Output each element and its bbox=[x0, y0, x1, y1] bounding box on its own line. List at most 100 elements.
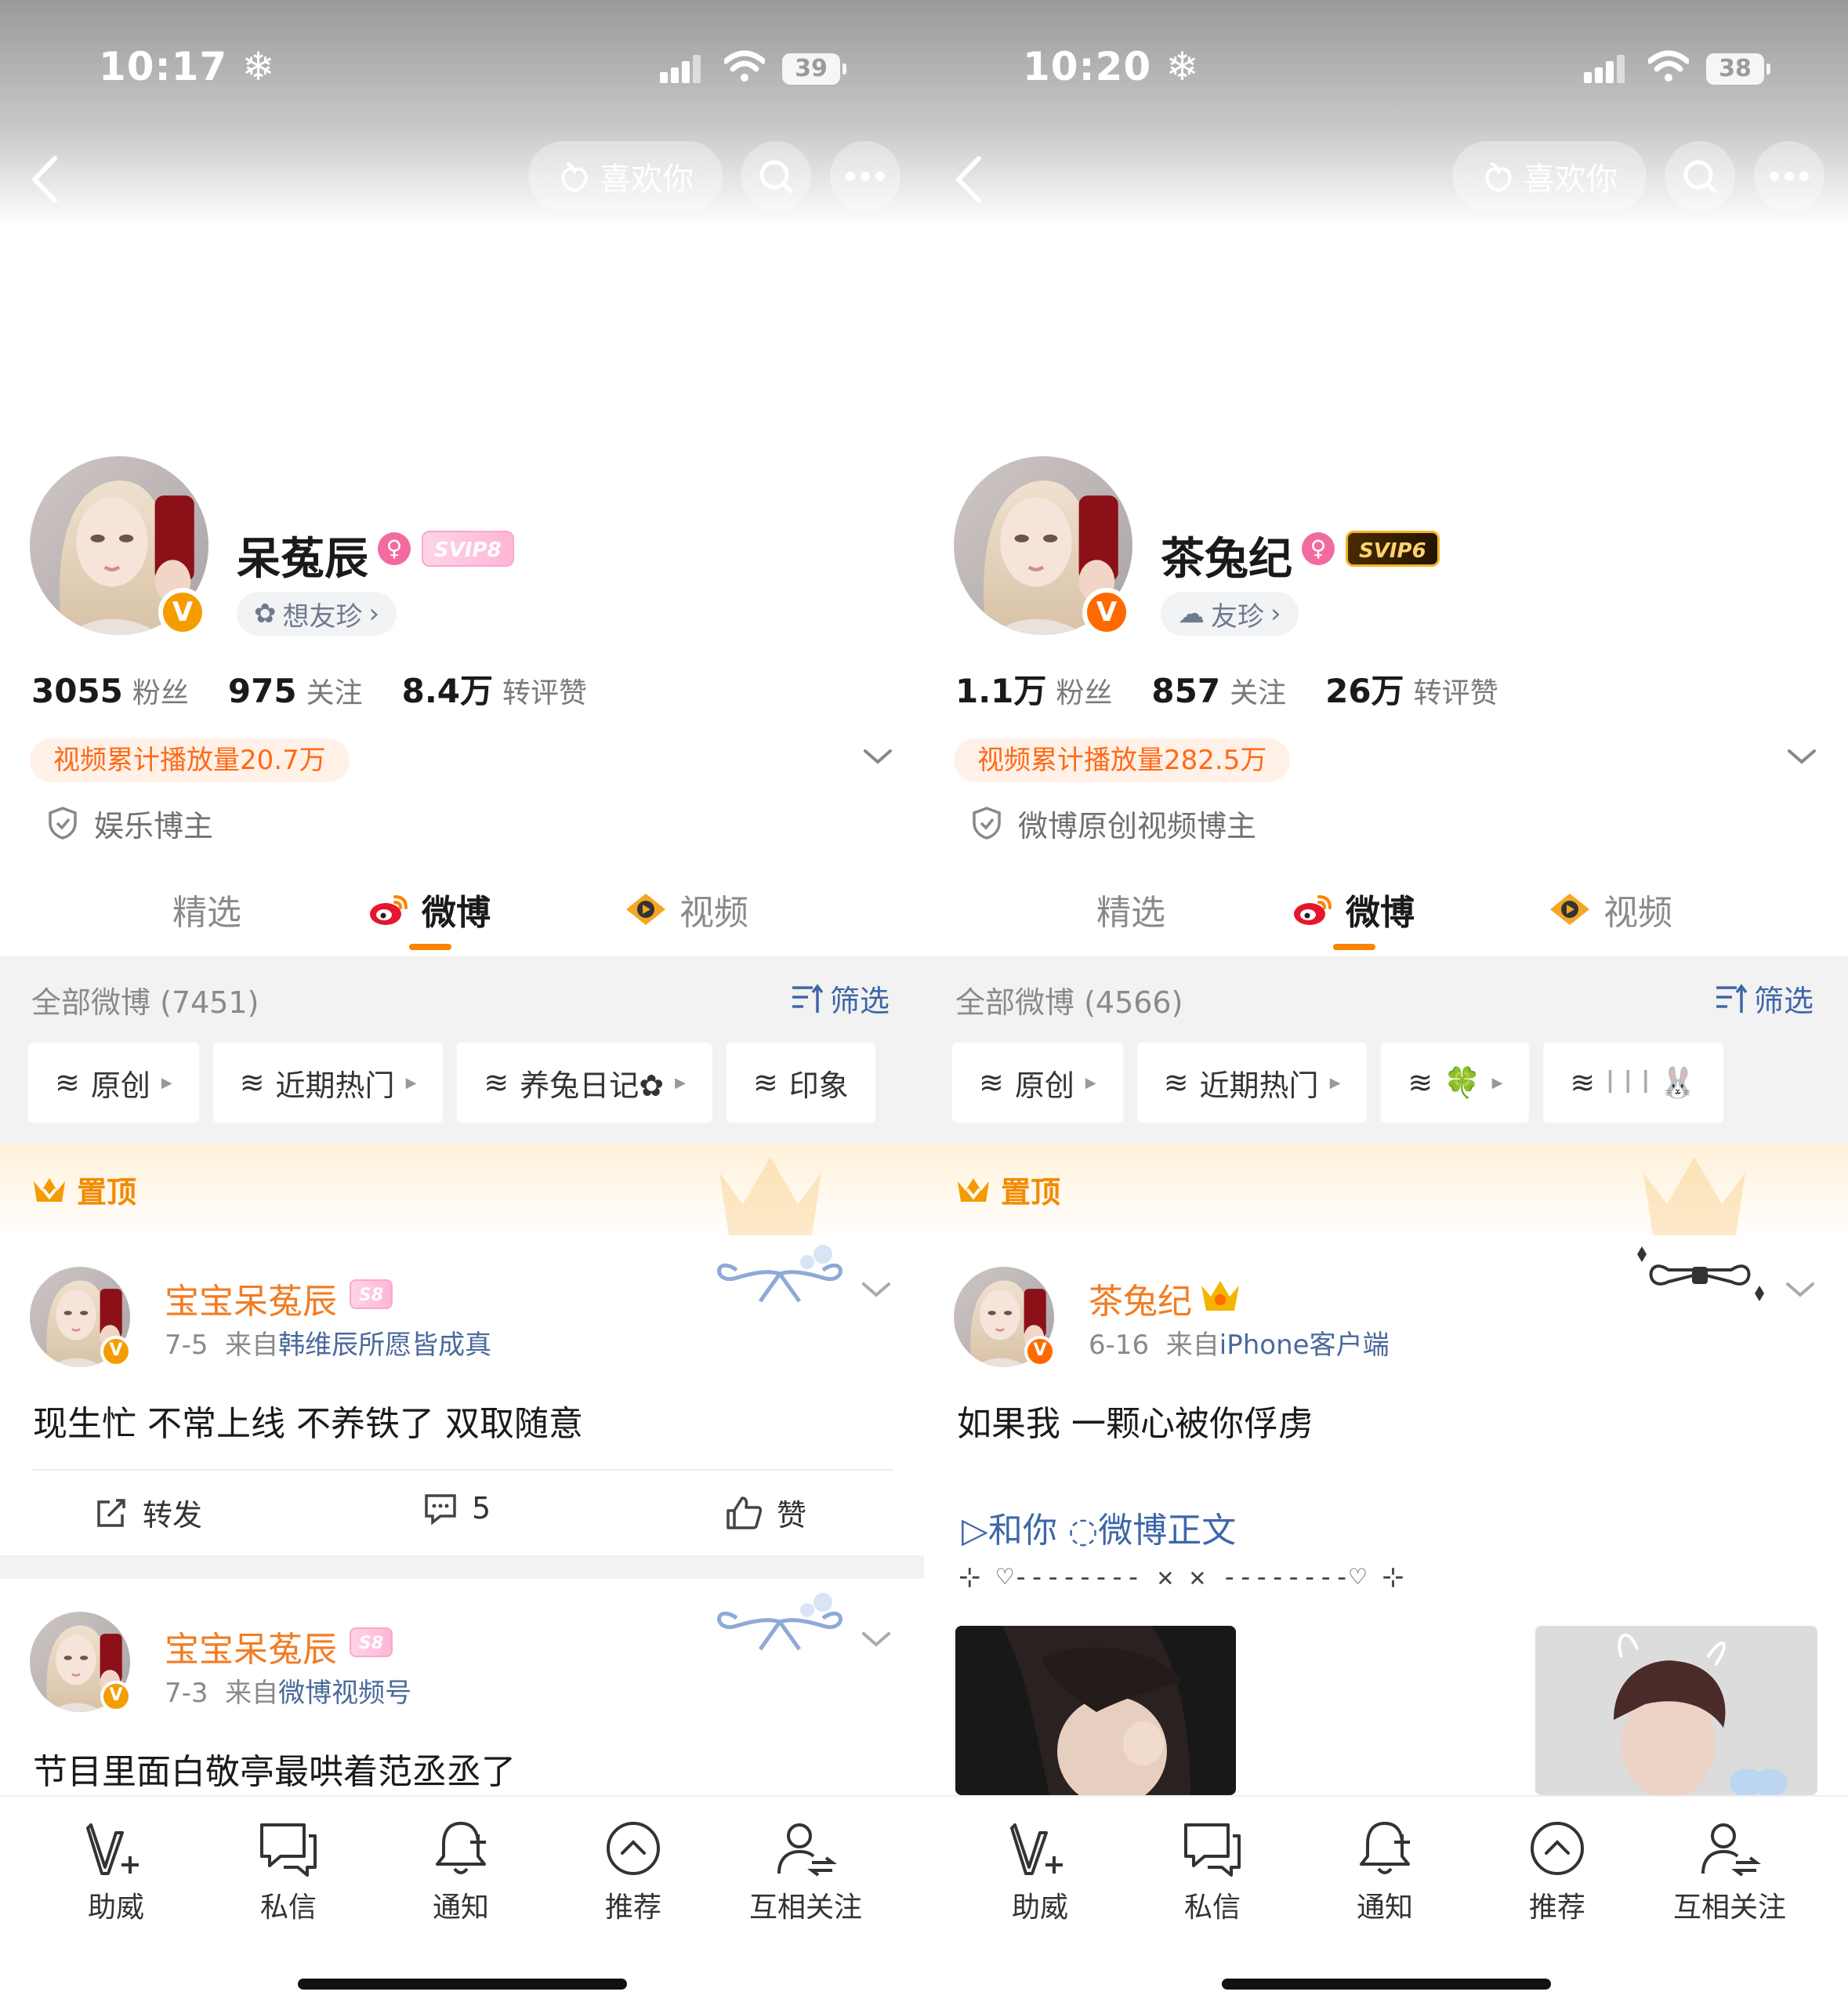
cellular-signal-icon bbox=[1584, 55, 1631, 83]
post-card[interactable]: V 茶兔纪 6-16 来自iPhone客户端 如果我 一颗心被你俘虏 ▷和你 ◌… bbox=[924, 1239, 1848, 1795]
more-button[interactable] bbox=[1754, 141, 1824, 212]
like-button[interactable]: 赞 bbox=[725, 1491, 806, 1534]
message-button[interactable]: 私信 bbox=[210, 1817, 367, 1925]
triangle-right-icon: ▶ bbox=[405, 1074, 417, 1091]
post-source[interactable]: iPhone客户端 bbox=[1219, 1329, 1390, 1361]
post-text: 节目里面白敬亭最哄着范丞丞了 bbox=[33, 1752, 516, 1792]
post-photo[interactable] bbox=[1535, 1626, 1817, 1795]
home-indicator[interactable] bbox=[1222, 1979, 1551, 1990]
comment-button[interactable]: 5 bbox=[423, 1491, 491, 1525]
message-button[interactable]: 私信 bbox=[1134, 1817, 1291, 1925]
chevron-down-icon[interactable] bbox=[862, 745, 893, 768]
like-you-button[interactable]: 喜欢你 bbox=[1452, 141, 1647, 212]
search-button[interactable] bbox=[741, 141, 811, 212]
tab-video-label: 视频 bbox=[679, 893, 748, 933]
search-button[interactable] bbox=[1665, 141, 1735, 212]
post-card[interactable]: V 宝宝呆菟辰 S8 7-5 来自韩维辰所愿皆成真 现生忙 不常上线 不养铁了 … bbox=[0, 1239, 924, 1552]
friend-tag[interactable]: ☁ 友珍 › bbox=[1161, 592, 1299, 636]
clover-icon: ✿ bbox=[254, 598, 277, 629]
home-indicator[interactable] bbox=[298, 1979, 627, 1990]
engagement-stat[interactable]: 26万 转评赞 bbox=[1325, 665, 1498, 713]
svip-badge[interactable]: SVIP8 bbox=[422, 531, 514, 567]
pinned-text: 置顶 bbox=[1001, 1175, 1061, 1210]
repost-button[interactable]: 转发 bbox=[94, 1491, 202, 1534]
following-label: 关注 bbox=[306, 677, 363, 709]
tab-weibo[interactable]: 微博 bbox=[1292, 884, 1415, 934]
post-card[interactable]: V 宝宝呆菟辰 S8 7-3 来自微博视频号 节目里面白敬亭最哄着范丞丞了 bbox=[0, 1579, 924, 1795]
chip-custom[interactable]: ≋ l l l 🐰 bbox=[1543, 1043, 1723, 1123]
cheer-button[interactable]: 助威 bbox=[38, 1817, 194, 1925]
filter-button[interactable]: 筛选 bbox=[791, 977, 890, 1020]
video-channel-icon bbox=[626, 894, 665, 925]
chip-trending[interactable]: ≋ 近期热门 ▶ bbox=[212, 1043, 444, 1123]
status-time: 10:20 ❄ bbox=[1023, 44, 1200, 89]
cheer-button[interactable]: 助威 bbox=[962, 1817, 1118, 1925]
all-posts-count: 全部微博 (4566) bbox=[955, 985, 1183, 1020]
notify-button[interactable]: 通知 bbox=[1306, 1817, 1463, 1925]
recommend-button[interactable]: 推荐 bbox=[555, 1817, 712, 1925]
mutual-follow-button[interactable]: 互相关注 bbox=[1651, 1817, 1808, 1925]
video-plays-pill[interactable]: 视频累计播放量282.5万 bbox=[954, 738, 1291, 782]
following-count: 857 bbox=[1151, 672, 1221, 710]
chip-original[interactable]: ≋ 原创 ▶ bbox=[952, 1043, 1123, 1123]
bell-plus-icon bbox=[1360, 1822, 1410, 1874]
post-author-name[interactable]: 宝宝呆菟辰 bbox=[165, 1621, 337, 1671]
back-icon[interactable] bbox=[24, 152, 71, 207]
verified-badge: V bbox=[1082, 588, 1131, 637]
back-icon[interactable] bbox=[948, 152, 995, 207]
post-source[interactable]: 韩维辰所愿皆成真 bbox=[278, 1329, 491, 1361]
video-plays-pill[interactable]: 视频累计播放量20.7万 bbox=[30, 738, 350, 782]
like-you-button[interactable]: 喜欢你 bbox=[528, 141, 723, 212]
chip-label: l l l 🐰 bbox=[1606, 1065, 1697, 1100]
creator-role[interactable]: 娱乐博主 bbox=[47, 801, 213, 845]
cheer-label: 助威 bbox=[1011, 1892, 1068, 1924]
tab-video[interactable]: 视频 bbox=[623, 884, 748, 934]
followers-stat[interactable]: 3055 粉丝 bbox=[31, 670, 189, 711]
more-button[interactable] bbox=[830, 141, 900, 212]
mutual-follow-icon bbox=[777, 1823, 837, 1877]
layers-icon: ≋ bbox=[55, 1065, 80, 1100]
chip-impression[interactable]: ≋ 印象 bbox=[726, 1043, 875, 1123]
weibo-logo-icon bbox=[370, 895, 408, 925]
notify-button[interactable]: 通知 bbox=[382, 1817, 539, 1925]
post-author-name[interactable]: 宝宝呆菟辰 bbox=[165, 1273, 337, 1323]
chevron-down-icon[interactable] bbox=[1786, 745, 1817, 768]
tab-weibo[interactable]: 微博 bbox=[368, 884, 491, 934]
chip-clover[interactable]: ≋ 🍀 ▶ bbox=[1381, 1043, 1530, 1123]
filter-button[interactable]: 筛选 bbox=[1715, 977, 1814, 1020]
ribbon-bow-icon bbox=[717, 1245, 842, 1303]
peach-icon bbox=[561, 162, 588, 193]
verified-badge: V bbox=[100, 1681, 132, 1712]
friend-tag[interactable]: ✿ 想友珍 › bbox=[237, 592, 397, 636]
post-link-line[interactable]: ▷和你 ◌微博正文 bbox=[962, 1502, 1236, 1552]
bow-sparkle-icon bbox=[1637, 1246, 1764, 1301]
chip-trending[interactable]: ≋ 近期热门 ▶ bbox=[1136, 1043, 1368, 1123]
status-time: 10:17 ❄ bbox=[99, 44, 276, 89]
layers-icon: ≋ bbox=[1163, 1065, 1189, 1100]
post-author-name[interactable]: 茶兔纪 bbox=[1089, 1273, 1192, 1323]
followers-stat[interactable]: 1.1万 粉丝 bbox=[955, 665, 1112, 713]
pinned-label: 置顶 bbox=[955, 1168, 1060, 1211]
creator-role-label: 娱乐博主 bbox=[94, 808, 214, 843]
chevron-down-icon[interactable] bbox=[861, 1627, 892, 1651]
mutual-follow-button[interactable]: 互相关注 bbox=[727, 1817, 884, 1925]
tab-featured[interactable]: 精选 bbox=[1096, 884, 1165, 934]
chip-bunny-diary[interactable]: ≋ 养兔日记✿ ▶ bbox=[457, 1043, 712, 1123]
recommend-button[interactable]: 推荐 bbox=[1479, 1817, 1636, 1925]
following-stat[interactable]: 857 关注 bbox=[1151, 670, 1286, 711]
tab-video[interactable]: 视频 bbox=[1547, 884, 1672, 934]
name-badges: ♀ SVIP6 bbox=[1302, 527, 1440, 571]
creator-role[interactable]: 微博原创视频博主 bbox=[971, 801, 1256, 845]
engagement-stat[interactable]: 8.4万 转评赞 bbox=[402, 665, 587, 713]
chevron-down-icon[interactable] bbox=[861, 1278, 892, 1301]
chevron-down-icon[interactable] bbox=[1785, 1278, 1816, 1301]
layers-icon: ≋ bbox=[484, 1065, 509, 1100]
following-stat[interactable]: 975 关注 bbox=[228, 670, 363, 711]
tab-featured[interactable]: 精选 bbox=[172, 884, 241, 934]
post-photo[interactable] bbox=[955, 1626, 1236, 1795]
post-from: 来自 bbox=[225, 1329, 279, 1361]
layers-icon: ≋ bbox=[239, 1065, 265, 1100]
chip-original[interactable]: ≋ 原创 ▶ bbox=[28, 1043, 199, 1123]
post-source[interactable]: 微博视频号 bbox=[278, 1678, 411, 1709]
svip-badge[interactable]: SVIP6 bbox=[1346, 531, 1440, 567]
